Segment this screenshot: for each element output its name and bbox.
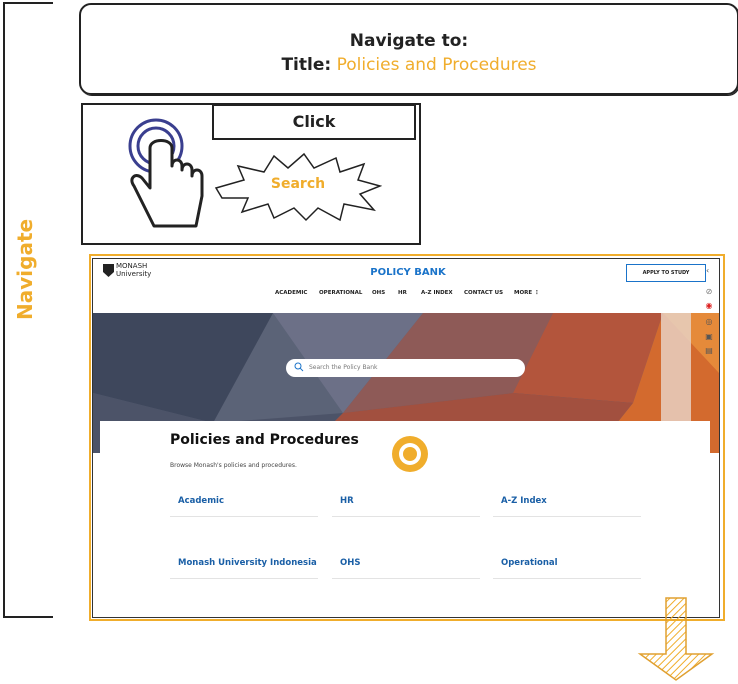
divider — [332, 578, 480, 579]
page-title: Policies and Procedures — [170, 432, 359, 448]
title-value: Policies and Procedures — [336, 55, 537, 75]
page-subtitle: Browse Monash's policies and procedures. — [170, 462, 297, 469]
title-label: Title: — [281, 55, 332, 75]
menu-ohs[interactable]: OHS — [372, 290, 385, 296]
divider — [170, 516, 318, 517]
site-title[interactable]: POLICY BANK — [360, 267, 456, 278]
scroll-down-arrow-icon — [637, 597, 715, 681]
monash-shield-icon — [103, 264, 114, 277]
eye-icon[interactable]: ◎ — [703, 316, 715, 327]
click-target-center — [403, 447, 417, 461]
menu-academic[interactable]: ACADEMIC — [275, 290, 307, 296]
search-placeholder: Search the Policy Bank — [309, 364, 378, 371]
menu-contact-us[interactable]: CONTACT US — [464, 290, 503, 296]
chevron-left-icon[interactable]: ‹ — [706, 266, 709, 275]
menu-a-z-index[interactable]: A-Z INDEX — [421, 290, 453, 296]
click-instruction: Click — [212, 104, 416, 140]
category-monash-university-indonesia[interactable]: Monash University Indonesia — [178, 558, 317, 568]
divider — [170, 578, 318, 579]
logo-line-1: MONASH — [116, 262, 148, 270]
divider — [493, 516, 641, 517]
category-academic[interactable]: Academic — [178, 496, 224, 506]
pointing-hand-icon — [128, 118, 204, 228]
logo-line-2: University — [116, 270, 152, 278]
step-label: Navigate — [13, 218, 37, 320]
menu-more[interactable]: MORE ⋮ — [514, 290, 540, 296]
category-ohs[interactable]: OHS — [340, 558, 360, 568]
instruction-box: Navigate to: Title: Policies and Procedu… — [79, 3, 738, 95]
monash-logo[interactable]: MONASH University — [116, 262, 151, 278]
mute-icon[interactable]: ⊘ — [703, 286, 715, 297]
record-icon[interactable]: ◉ — [703, 300, 715, 311]
divider — [493, 578, 641, 579]
menu-hr[interactable]: HR — [398, 290, 407, 296]
divider — [332, 516, 480, 517]
category-operational[interactable]: Operational — [501, 558, 558, 568]
chat-icon[interactable]: ▤ — [703, 345, 715, 356]
instruction-heading: Navigate to: — [349, 31, 469, 51]
menu-operational[interactable]: OPERATIONAL — [319, 290, 362, 296]
search-icon — [294, 362, 304, 372]
category-hr[interactable]: HR — [340, 496, 354, 506]
category-a-z-index[interactable]: A-Z Index — [501, 496, 547, 506]
apply-to-study-button[interactable]: APPLY TO STUDY — [626, 264, 706, 282]
instruction-title-line: Title: Policies and Procedures — [81, 55, 737, 75]
note-icon[interactable]: ▣ — [703, 331, 715, 342]
search-target-label: Search — [270, 176, 326, 192]
